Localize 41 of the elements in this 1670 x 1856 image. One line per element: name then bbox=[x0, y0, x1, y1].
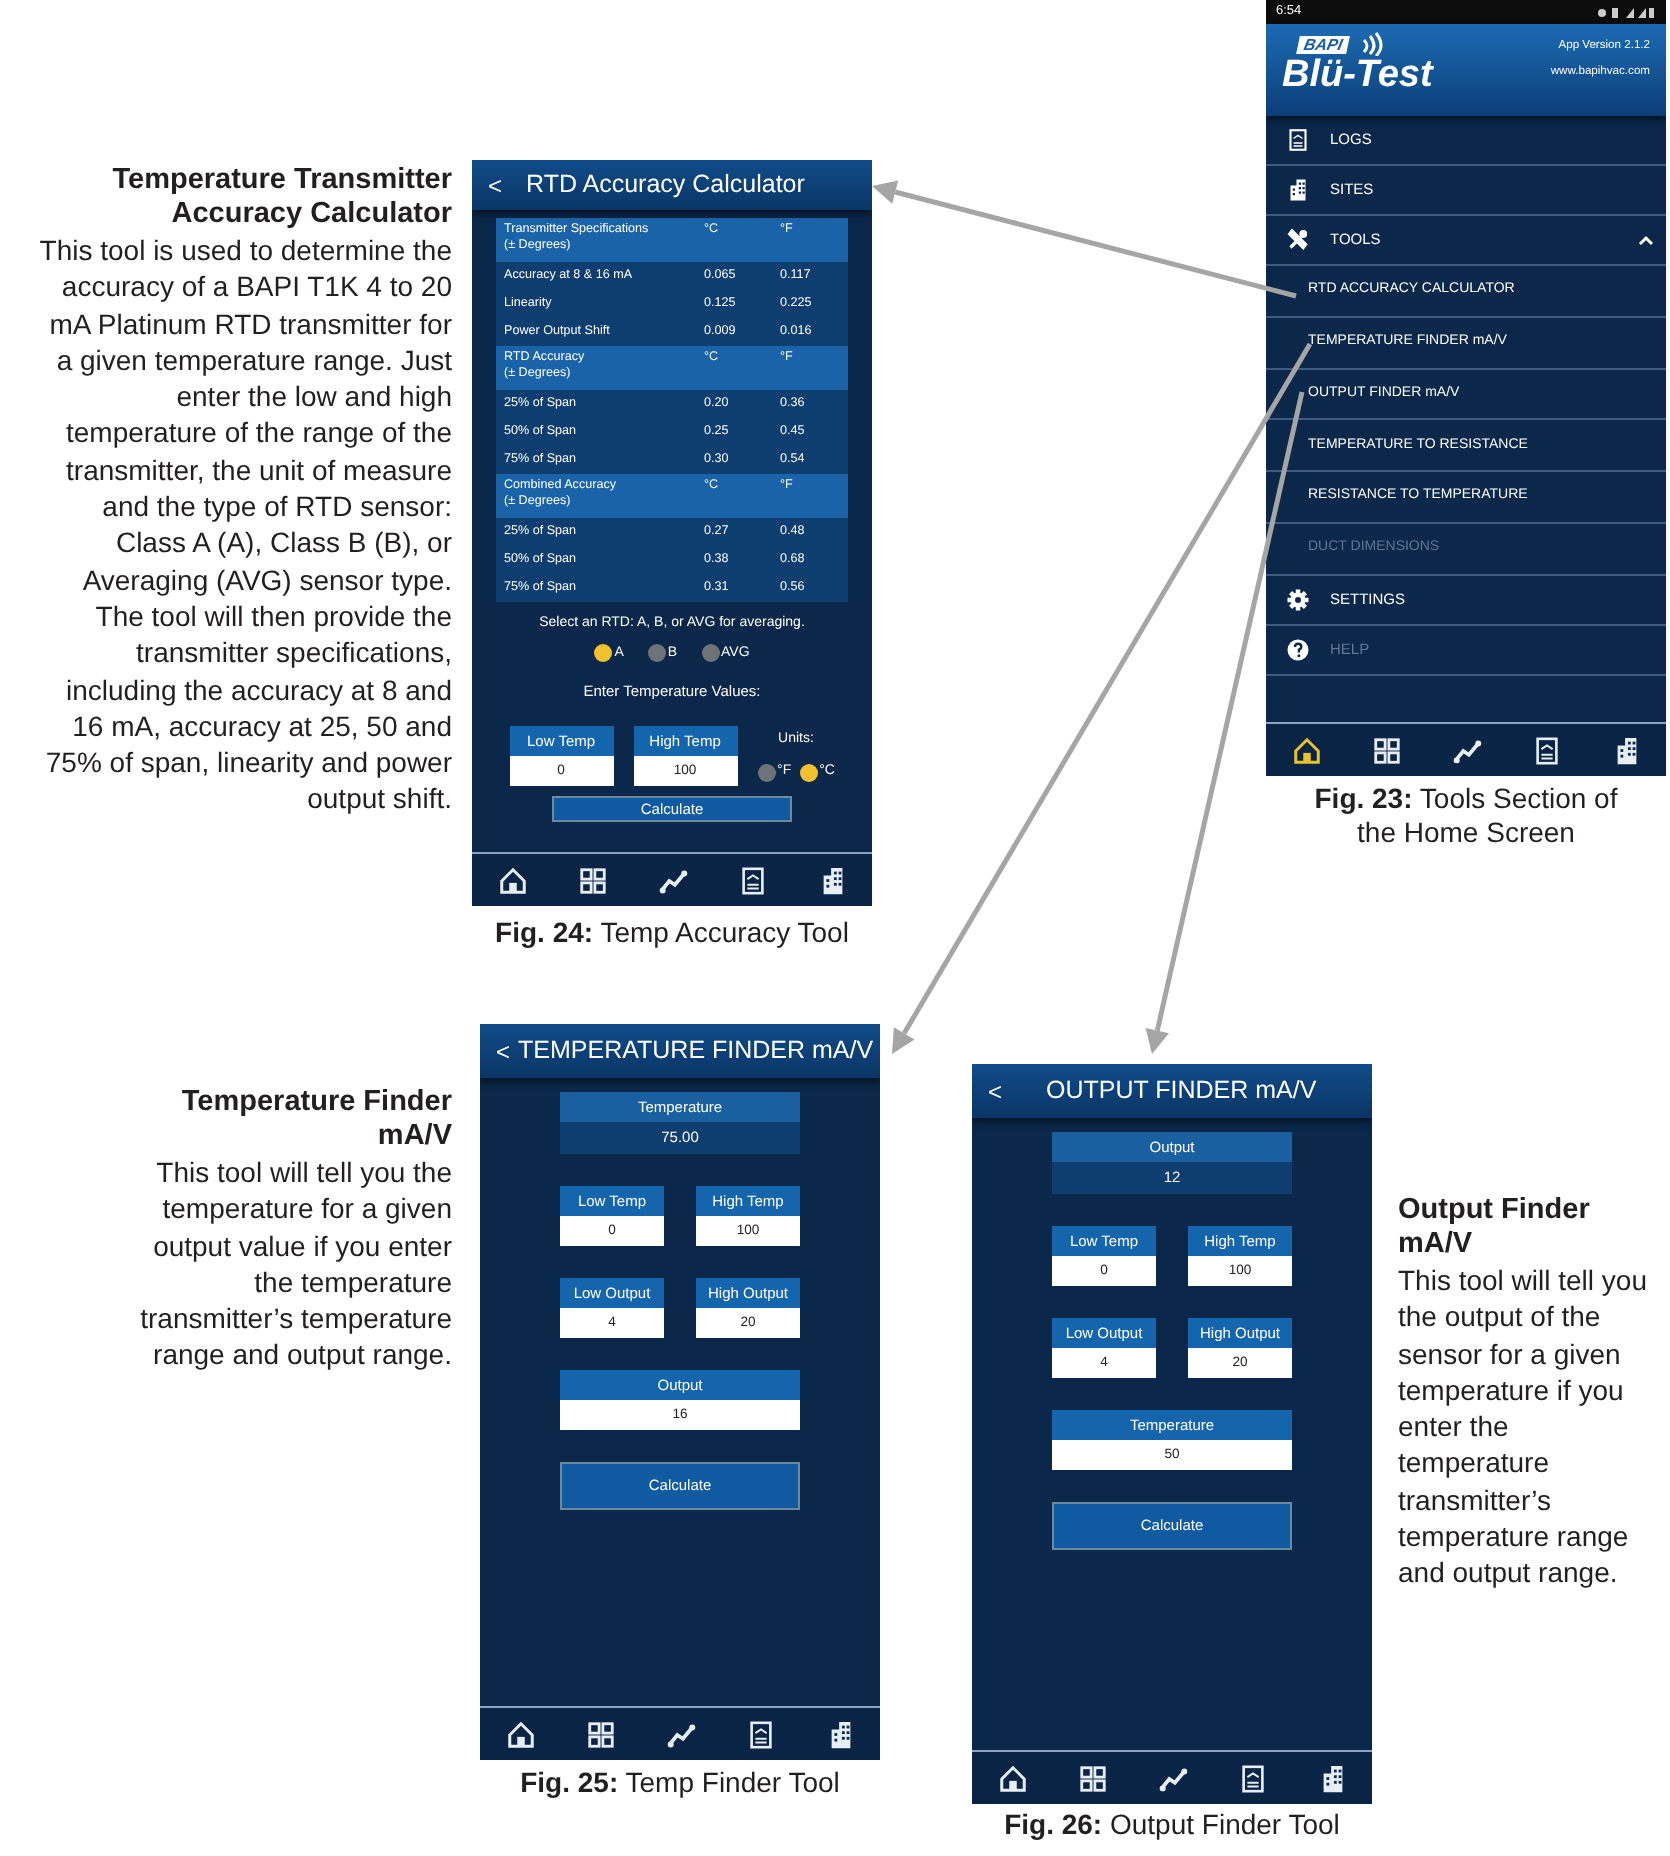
screen-title: RTD Accuracy Calculator bbox=[526, 168, 805, 203]
document-icon bbox=[1286, 128, 1310, 152]
back-button[interactable]: < bbox=[496, 1039, 511, 1063]
figure-caption: Fig. 24: Temp Accuracy Tool bbox=[493, 916, 851, 950]
help-icon bbox=[1286, 637, 1310, 662]
line-graph-icon bbox=[1157, 1763, 1187, 1793]
line-graph-icon bbox=[665, 1719, 695, 1749]
document-icon bbox=[1531, 735, 1561, 765]
figure-caption: Fig. 23: Tools Section of the Home Screen bbox=[1312, 782, 1620, 850]
grid-icon bbox=[1077, 1763, 1107, 1793]
settings-icon bbox=[1286, 587, 1310, 612]
section-heading: Temperature Transmitter Accuracy Calculator bbox=[110, 164, 452, 232]
tools-icon bbox=[1286, 228, 1310, 252]
description-text: This tool will tell you the temperature for a given output value if you enter the temperature transmitter’s temperature range and output range. bbox=[138, 1154, 452, 1374]
grid-icon bbox=[577, 865, 607, 895]
home-icon bbox=[505, 1719, 535, 1749]
grid-icon bbox=[1371, 735, 1401, 765]
back-button[interactable]: < bbox=[488, 173, 503, 197]
line-graph-icon bbox=[657, 865, 687, 895]
section-heading: Output Finder mA/V bbox=[1398, 1194, 1592, 1262]
figure-caption: Fig. 26: Output Finder Tool bbox=[1002, 1808, 1342, 1842]
line-graph-icon bbox=[1451, 735, 1481, 765]
grid-icon bbox=[585, 1719, 615, 1749]
logo-mark: BAPI bbox=[1296, 35, 1351, 53]
section-heading: Temperature Finder mA/V bbox=[179, 1086, 452, 1154]
document-icon bbox=[1237, 1763, 1267, 1793]
description-text: This tool is used to determine the accuracy of a BAPI T1K 4 to 20 mA Platinum RTD transmitter for a given temperature range. Just enter the low and high temperature of the range of the transmitter, the unit of measure and the type of RTD sensor: Class A (A), Class B (B), or Averaging (AVG) sensor type. The tool will then provide the transmitter specifications, including the accuracy at 8 and 16 mA, accuracy at 25, 50 and 75% of span, linearity and power output shift. bbox=[37, 232, 452, 818]
home-icon bbox=[497, 865, 527, 895]
figure-caption: Fig. 25: Temp Finder Tool bbox=[518, 1766, 842, 1800]
screen-title: TEMPERATURE FINDER mA/V bbox=[518, 1034, 874, 1069]
back-button[interactable]: < bbox=[988, 1079, 1003, 1103]
description-text: This tool will tell you the output of the sensor for a given temperature if you enter the temperature transmitter’s temperature range and output range. bbox=[1398, 1262, 1649, 1592]
home-icon bbox=[997, 1763, 1027, 1793]
signal-waves-icon bbox=[1360, 32, 1389, 56]
logo-text: Blü-Test bbox=[1282, 56, 1433, 96]
building-icon bbox=[1286, 178, 1310, 202]
status-icons-drawing bbox=[1596, 5, 1656, 19]
document-icon bbox=[737, 865, 767, 895]
document-icon bbox=[745, 1719, 775, 1749]
home-icon bbox=[1291, 735, 1321, 765]
screen-title: OUTPUT FINDER mA/V bbox=[1046, 1074, 1317, 1109]
